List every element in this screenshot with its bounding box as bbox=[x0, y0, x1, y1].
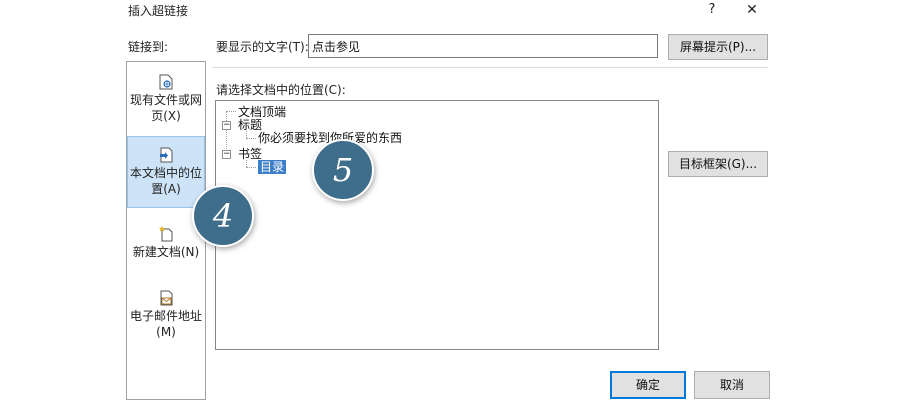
collapse-icon[interactable]: − bbox=[222, 150, 231, 159]
sidebar-item-label: 新建文档(N) bbox=[132, 245, 200, 259]
link-to-label: 链接到: bbox=[128, 40, 169, 54]
target-frame-button[interactable]: 目标框架(G)... bbox=[668, 151, 768, 177]
display-text-input[interactable] bbox=[308, 34, 658, 58]
display-text-label: 要显示的文字(T): bbox=[216, 40, 309, 54]
sidebar-item-place-in-document[interactable]: 本文档中的位 置(A) bbox=[127, 136, 205, 208]
divider bbox=[212, 67, 768, 68]
tree-item-bookmarks[interactable]: 书签 bbox=[238, 147, 262, 161]
sidebar-item-email-address[interactable]: 电子邮件地址 (M) bbox=[127, 290, 205, 346]
tree-item-headings[interactable]: 标题 bbox=[238, 118, 262, 132]
new-document-icon bbox=[159, 226, 173, 242]
close-button[interactable]: ✕ bbox=[742, 0, 762, 20]
sidebar-item-existing-file[interactable]: 现有文件或网 页(X) bbox=[127, 74, 205, 134]
tree-guide-line bbox=[226, 111, 236, 112]
ok-button[interactable]: 确定 bbox=[610, 371, 686, 399]
tree-item-bookmark-selected[interactable]: 目录 bbox=[256, 159, 288, 175]
step-callout-badge: 4 bbox=[192, 185, 254, 247]
sidebar-item-label: 现有文件或网 bbox=[129, 93, 202, 107]
sidebar-item-label: (M) bbox=[156, 325, 176, 339]
cancel-button[interactable]: 取消 bbox=[694, 371, 770, 399]
place-in-document-icon bbox=[160, 147, 173, 163]
select-place-label: 请选择文档中的位置(C): bbox=[216, 83, 346, 97]
step-callout-badge: 5 bbox=[312, 139, 374, 201]
link-to-sidebar: 现有文件或网 页(X) 本文档中的位 置(A) 新建文档(N) 电子邮件地址 (… bbox=[126, 61, 206, 400]
sidebar-item-label: 页(X) bbox=[151, 109, 181, 123]
title-bar: 插入超链接 ? ✕ bbox=[124, 0, 776, 22]
sidebar-item-label: 本文档中的位 bbox=[129, 166, 202, 180]
help-button[interactable]: ? bbox=[702, 0, 722, 20]
tree-guide-line bbox=[246, 167, 256, 168]
tree-guide-line bbox=[246, 160, 247, 167]
sidebar-item-new-document[interactable]: 新建文档(N) bbox=[127, 226, 205, 266]
sidebar-item-label: 置(A) bbox=[151, 182, 181, 196]
dialog-title: 插入超链接 bbox=[128, 4, 189, 18]
tree-guide-line bbox=[246, 131, 247, 138]
tree-guide-line bbox=[246, 138, 256, 139]
sidebar-item-label: 电子邮件地址 bbox=[129, 309, 202, 323]
collapse-icon[interactable]: − bbox=[222, 121, 231, 130]
screentip-button[interactable]: 屏幕提示(P)... bbox=[668, 34, 768, 60]
document-place-tree[interactable]: − − 文档顶端 标题 你必须要找到你所爱的东西 书签 目录 bbox=[215, 100, 659, 350]
existing-file-icon bbox=[159, 74, 173, 90]
email-address-icon bbox=[160, 290, 173, 306]
tree-item-document-top[interactable]: 文档顶端 bbox=[238, 105, 286, 119]
